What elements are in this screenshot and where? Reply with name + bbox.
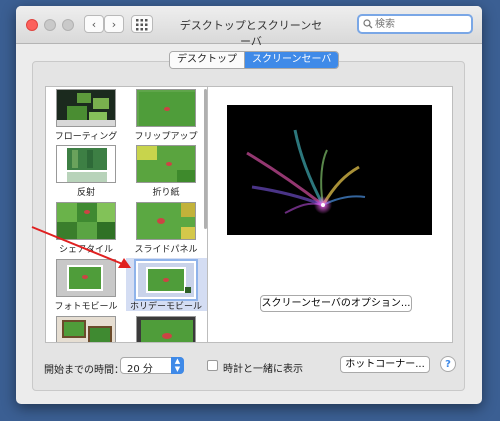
arrow-shaft (31, 226, 126, 266)
annotation-arrow (31, 226, 131, 268)
